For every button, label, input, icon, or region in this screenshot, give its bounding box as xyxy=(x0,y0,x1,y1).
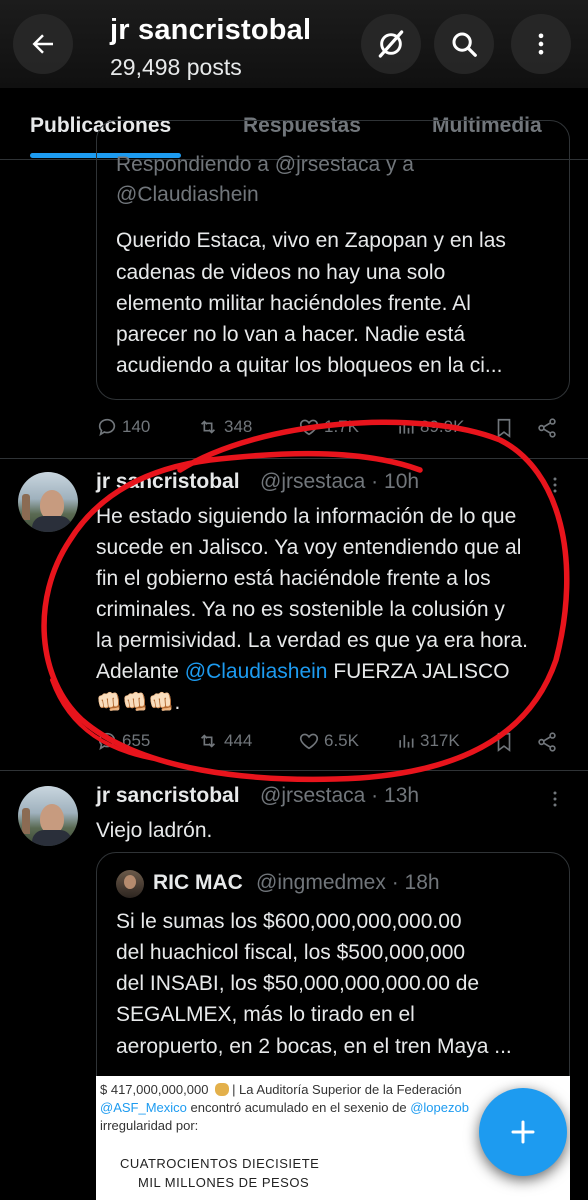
like-button[interactable]: 6.5K xyxy=(298,730,359,752)
like-button[interactable]: 1.7K xyxy=(298,416,359,438)
image-text-segment: encontró acumulado en el sexenio de xyxy=(186,1100,411,1115)
reply-button[interactable]: 140 xyxy=(96,416,150,438)
image-amount: $ 417,000,000,000 xyxy=(100,1082,209,1097)
repost-count: 348 xyxy=(224,417,253,436)
quoted-post-line: del huachicol fiscal, los $500,000,000 xyxy=(116,941,466,964)
heart-icon xyxy=(299,733,319,750)
replying-to-mention[interactable]: @Claudiashein xyxy=(116,180,259,211)
quoted-post-line: Querido Estaca, vivo en Zapopan y en las xyxy=(116,229,506,252)
reply-count: 655 xyxy=(122,731,151,750)
post-text-line: la permisividad. La verdad es que ya era… xyxy=(96,629,528,652)
avatar[interactable] xyxy=(18,472,78,532)
post-text-line: He estado siguiendo la información de lo… xyxy=(96,505,517,528)
views-button[interactable]: 317K xyxy=(396,730,460,752)
search-button[interactable] xyxy=(434,14,494,74)
profile-header: jr sancristobal 29,498 posts xyxy=(0,0,588,88)
quoted-author-avatar xyxy=(116,870,144,898)
image-mention: @ASF_Mexico xyxy=(100,1100,187,1115)
image-mention: @lopezob xyxy=(410,1100,469,1115)
views-icon xyxy=(399,735,414,748)
repost-button[interactable]: 444 xyxy=(196,730,252,752)
quoted-post-line: Si le sumas los $600,000,000,000.00 xyxy=(116,910,462,933)
quoted-author-handle[interactable]: @ingmedmex · 18h xyxy=(256,871,440,895)
post-author-handle[interactable]: @jrsestaca · 13h xyxy=(260,784,419,808)
grok-slash-icon xyxy=(378,30,404,58)
grok-button[interactable] xyxy=(361,14,421,74)
post-divider xyxy=(0,770,588,771)
share-icon[interactable] xyxy=(536,730,558,754)
quoted-post-line: parecer no lo van a hacer. Nadie está xyxy=(116,323,466,346)
post-text-line: fin el gobierno está haciéndole frente a… xyxy=(96,567,491,590)
replying-to-line: Respondiendo a @jrsestaca y a xyxy=(116,153,414,176)
post-author-name[interactable]: jr sancristobal xyxy=(96,784,240,808)
arrow-left-icon xyxy=(32,34,53,54)
more-horizontal-icon[interactable] xyxy=(546,476,564,494)
avatar[interactable] xyxy=(18,786,78,846)
image-text-line: @ASF_Mexico encontró acumulado en el sex… xyxy=(100,1100,469,1115)
views-icon xyxy=(399,421,414,434)
repost-count: 444 xyxy=(224,731,253,750)
plus-icon xyxy=(511,1120,535,1144)
repost-icon xyxy=(200,734,216,748)
views-count: 317K xyxy=(420,731,460,750)
reply-button[interactable]: 655 xyxy=(96,730,150,752)
reply-icon xyxy=(98,418,116,437)
repost-button[interactable]: 348 xyxy=(196,416,252,438)
heart-icon xyxy=(299,419,319,436)
quoted-post-line: SEGALMEX, más lo tirado en el xyxy=(116,1003,415,1026)
post-text-segment: FUERZA JALISCO xyxy=(327,660,510,683)
bookmark-icon[interactable] xyxy=(493,730,515,754)
post-author-name[interactable]: jr sancristobal xyxy=(96,470,240,494)
money-bag-icon xyxy=(215,1083,230,1096)
compose-post-button[interactable] xyxy=(479,1088,567,1176)
views-count: 89.9K xyxy=(420,417,465,436)
like-count: 1.7K xyxy=(324,417,359,436)
quoted-post-line: cadenas de videos no hay una solo xyxy=(116,261,446,284)
image-headline: CUATROCIENTOS DIECISIETE xyxy=(120,1156,320,1171)
post-text-line: sucede en Jalisco. Ya voy entendiendo qu… xyxy=(96,536,522,559)
share-icon[interactable] xyxy=(536,416,558,440)
more-vertical-icon xyxy=(538,33,544,55)
post-text: Viejo ladrón. xyxy=(96,819,213,842)
post-divider xyxy=(0,458,588,459)
quoted-post-line: aeropuerto, en 2 bocas, en el tren Maya … xyxy=(116,1035,512,1058)
post-text-line: Adelante @Claudiashein FUERZA JALISCO xyxy=(96,657,510,688)
quoted-post-line: elemento militar haciéndoles frente. Al xyxy=(116,292,471,315)
reply-count: 140 xyxy=(122,417,151,436)
back-button[interactable] xyxy=(13,14,73,74)
reply-icon xyxy=(98,732,116,751)
image-text-line: $ 417,000,000,000 | La Auditoría Superio… xyxy=(100,1082,462,1097)
post-author-handle[interactable]: @jrsestaca · 10h xyxy=(260,470,419,494)
post-text-line: criminales. Ya no es sostenible la colus… xyxy=(96,598,505,621)
image-headline: MIL MILLONES DE PESOS xyxy=(138,1175,310,1190)
image-text-line: irregularidad por: xyxy=(100,1118,199,1133)
profile-posts-count: 29,498 posts xyxy=(110,54,242,80)
views-button[interactable]: 89.9K xyxy=(396,416,464,438)
quoted-author-name[interactable]: RIC MAC xyxy=(153,871,243,895)
emoji-line: 👊🏻👊🏻👊🏻. xyxy=(96,691,181,714)
mention-link[interactable]: @Claudiashein xyxy=(185,660,328,683)
post-text-segment: Adelante xyxy=(96,660,185,683)
like-count: 6.5K xyxy=(324,731,359,750)
profile-display-name: jr sancristobal xyxy=(110,14,312,46)
image-text-segment: | La Auditoría Superior de la Federación xyxy=(232,1082,462,1097)
quoted-post-line: acudiendo a quitar los bloqueos en la ci… xyxy=(116,354,503,377)
more-horizontal-icon[interactable] xyxy=(546,790,564,808)
quoted-post-line: del INSABI, los $50,000,000,000.00 de xyxy=(116,972,480,995)
more-button[interactable] xyxy=(511,14,571,74)
repost-icon xyxy=(200,420,216,434)
bookmark-icon[interactable] xyxy=(493,416,515,440)
search-icon xyxy=(452,32,477,57)
